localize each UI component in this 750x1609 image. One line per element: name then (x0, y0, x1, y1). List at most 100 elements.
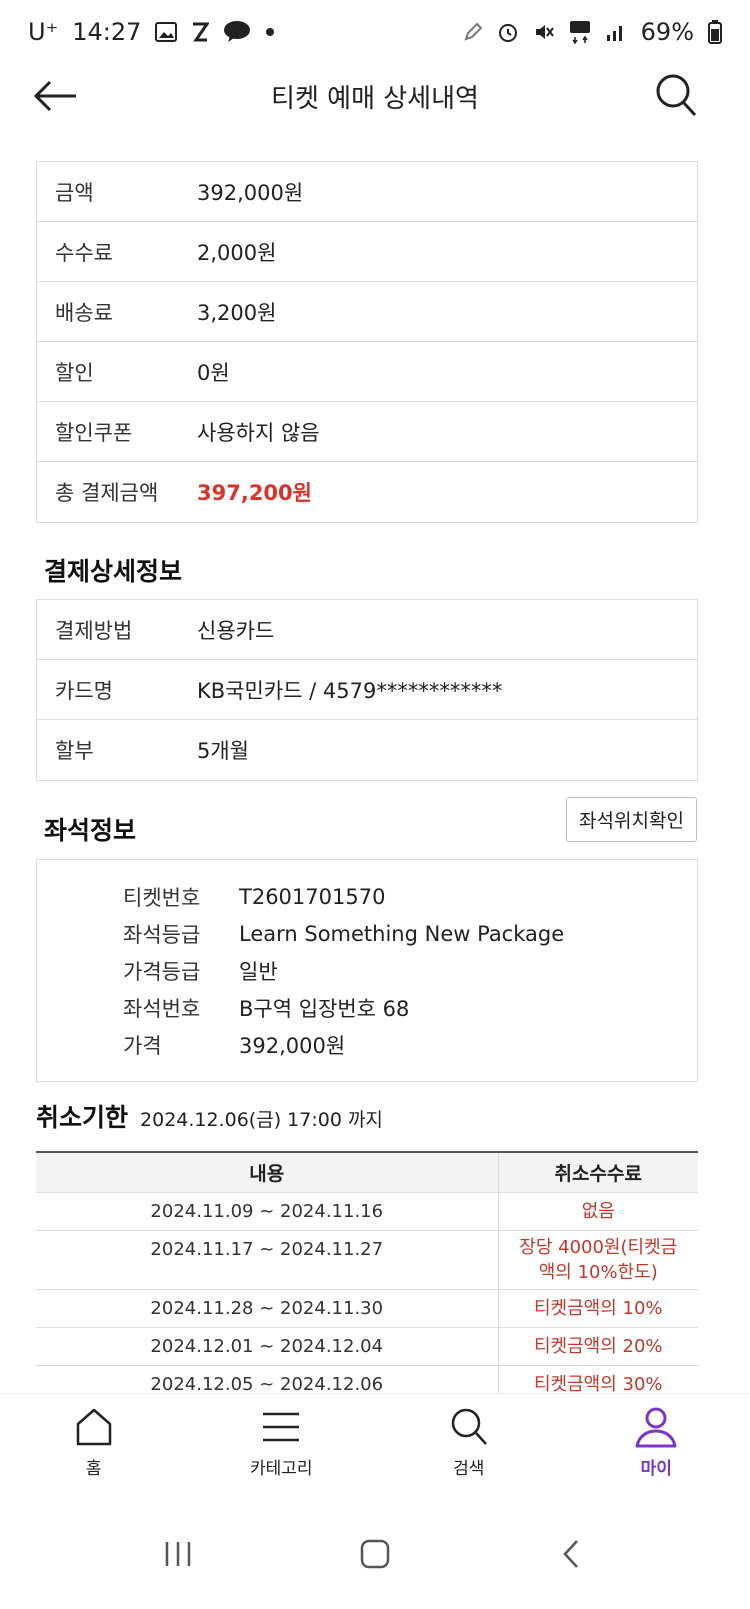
row-value: 392,000원 (239, 1033, 346, 1058)
table-header-row: 내용 취소수수료 (36, 1152, 698, 1193)
row-label: 좌석등급 (123, 922, 201, 947)
cancel-deadline-title: 취소기한 (36, 1103, 129, 1132)
period-cell: 2024.11.28 ~ 2024.11.30 (36, 1289, 499, 1328)
row-value: 일반 (239, 959, 278, 984)
search-icon (656, 74, 697, 117)
row-value: B구역 입장번호 68 (239, 996, 410, 1021)
seat-info-box: 티켓번호 T2601701570 좌석등급 Learn Something Ne… (36, 859, 698, 1082)
detail-row-method: 결제방법 신용카드 (37, 600, 697, 660)
period-cell: 2024.11.17 ~ 2024.11.27 (36, 1230, 499, 1290)
chevron-left-icon (562, 1540, 578, 1568)
column-header-fee: 취소수수료 (498, 1152, 698, 1193)
system-nav-bar (0, 1503, 750, 1609)
row-value: 신용카드 (197, 618, 275, 643)
total-amount: 397,200원 (197, 481, 312, 505)
battery-icon (708, 20, 722, 44)
payment-row-fee: 수수료 2,000원 (37, 222, 697, 282)
row-label: 할인 (55, 360, 94, 385)
row-label: 티켓번호 (123, 885, 201, 910)
payment-detail-title: 결제상세정보 (44, 557, 183, 586)
row-label: 할부 (55, 739, 94, 763)
home-square-icon (360, 1539, 390, 1569)
payment-detail-table: 결제방법 신용카드 카드명 KB국민카드 / 4579************ … (36, 599, 698, 781)
payment-summary-table: 금액 392,000원 수수료 2,000원 배송료 3,200원 할인 0원 … (36, 161, 698, 523)
period-cell: 2024.12.05 ~ 2024.12.06 (36, 1365, 499, 1393)
recent-apps-button[interactable] (163, 1539, 193, 1573)
fee-cell: 장당 4000원(티켓금액의 10%한도) (498, 1230, 698, 1290)
nav-item-my[interactable]: 마이 (563, 1394, 750, 1503)
row-value: 사용하지 않음 (197, 420, 320, 445)
home-icon (76, 1408, 111, 1446)
page-title: 티켓 예매 상세내역 (271, 83, 479, 114)
cancel-deadline-date: 2024.12.06(금) 17:00 까지 (140, 1109, 383, 1131)
table-row: 2024.11.17 ~ 2024.11.27 장당 4000원(티켓금액의 1… (36, 1230, 698, 1290)
cancel-fee-table: 내용 취소수수료 2024.11.09 ~ 2024.11.16 없음 2024… (36, 1151, 698, 1393)
back-button[interactable] (30, 74, 80, 118)
search-icon (451, 1408, 487, 1445)
row-value: 5개월 (197, 739, 250, 763)
battery-percent: 69% (640, 18, 694, 46)
seat-row-price: 가격 392,000원 (123, 1026, 697, 1063)
column-header-period: 내용 (36, 1152, 499, 1193)
row-value: Learn Something New Package (239, 921, 565, 946)
header-search-button[interactable] (654, 72, 698, 120)
user-icon (635, 1407, 677, 1448)
payment-row-total: 총 결제금액 397,200원 (37, 462, 697, 522)
nav-item-category[interactable]: 카테고리 (188, 1394, 376, 1503)
payment-row-coupon: 할인쿠폰 사용하지 않음 (37, 402, 697, 462)
nav-item-home[interactable]: 홈 (0, 1394, 188, 1503)
pencil-icon (463, 22, 483, 42)
row-label: 수수료 (55, 240, 113, 265)
table-row: 2024.12.05 ~ 2024.12.06 티켓금액의 30% (36, 1365, 698, 1393)
signal-icon (605, 21, 627, 43)
content-area[interactable]: 금액 392,000원 수수료 2,000원 배송료 3,200원 할인 0원 … (0, 128, 750, 1393)
detail-row-installment: 할부 5개월 (37, 720, 697, 780)
table-row: 2024.12.01 ~ 2024.12.04 티켓금액의 20% (36, 1327, 698, 1366)
nav-label: 홈 (85, 1459, 102, 1479)
status-right: 69% (463, 18, 722, 46)
clock: 14:27 (72, 18, 142, 46)
cancel-deadline-header: 취소기한 2024.12.06(금) 17:00 까지 (36, 1098, 383, 1134)
table-row: 2024.11.09 ~ 2024.11.16 없음 (36, 1192, 698, 1231)
arrow-left-icon (33, 80, 76, 112)
nav-label: 마이 (640, 1459, 672, 1479)
status-left: U⁺ 14:27 (28, 18, 275, 46)
row-label: 금액 (55, 180, 94, 205)
talk-icon (223, 20, 251, 44)
row-value: 392,000원 (197, 180, 304, 205)
table-row: 2024.11.28 ~ 2024.11.30 티켓금액의 10% (36, 1289, 698, 1328)
recent-apps-icon (166, 1542, 191, 1566)
seat-row-ticket-number: 티켓번호 T2601701570 (123, 878, 697, 915)
seat-row-seat-number: 좌석번호 B구역 입장번호 68 (123, 989, 697, 1026)
period-cell: 2024.12.01 ~ 2024.12.04 (36, 1327, 499, 1366)
payment-row-discount: 할인 0원 (37, 342, 697, 402)
fee-cell: 티켓금액의 30% (498, 1365, 698, 1393)
seat-info-title: 좌석정보 (44, 816, 137, 845)
5g-icon (569, 20, 591, 44)
menu-icon (263, 1412, 300, 1442)
mute-icon (533, 21, 555, 43)
row-label: 카드명 (55, 678, 113, 703)
period-cell: 2024.11.09 ~ 2024.11.16 (36, 1192, 499, 1231)
seat-location-button[interactable]: 좌석위치확인 (566, 797, 697, 842)
row-label: 가격등급 (123, 959, 201, 984)
row-value: KB국민카드 / 4579************ (197, 678, 503, 703)
system-back-button[interactable] (557, 1539, 587, 1573)
row-label: 좌석번호 (123, 996, 201, 1021)
row-value: T2601701570 (239, 884, 386, 909)
fee-cell: 티켓금액의 20% (498, 1327, 698, 1366)
gallery-icon (155, 21, 178, 43)
row-label: 할인쿠폰 (55, 420, 133, 445)
fee-cell: 없음 (498, 1192, 698, 1231)
nav-item-search[interactable]: 검색 (375, 1394, 563, 1503)
fee-cell: 티켓금액의 10% (498, 1289, 698, 1328)
row-value: 0원 (197, 360, 230, 385)
row-label: 가격 (123, 1033, 162, 1058)
row-label: 총 결제금액 (55, 481, 159, 505)
z-app-icon (191, 21, 210, 43)
detail-row-card: 카드명 KB국민카드 / 4579************ (37, 660, 697, 720)
carrier-label: U⁺ (28, 18, 59, 46)
home-system-button[interactable] (360, 1539, 390, 1573)
row-value: 3,200원 (197, 300, 277, 325)
dot-icon (265, 27, 275, 37)
